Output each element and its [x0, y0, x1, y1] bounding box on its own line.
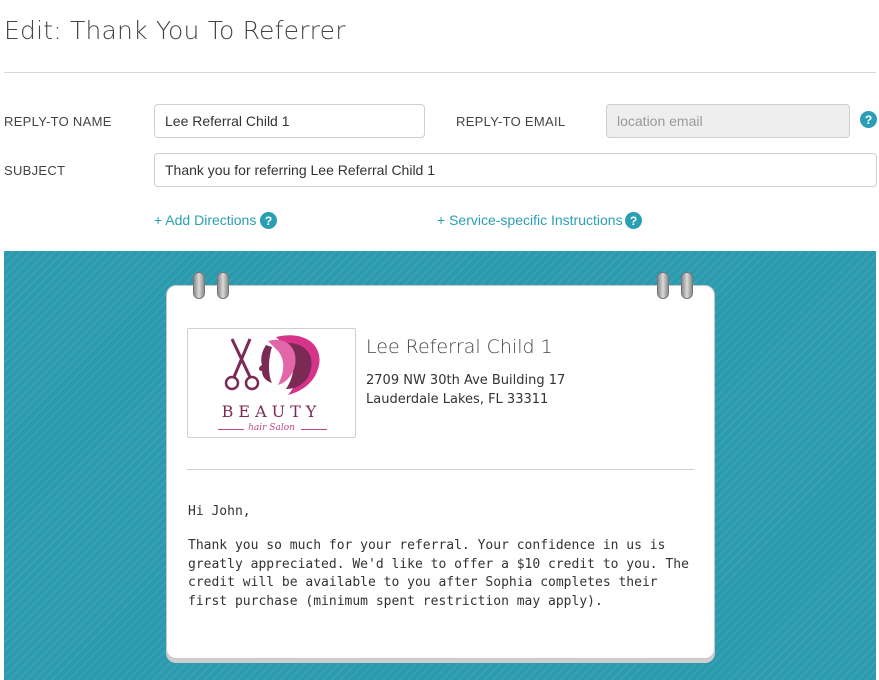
binder-ring	[681, 272, 693, 299]
reply-to-email-input	[606, 104, 850, 138]
reply-to-name-input[interactable]	[154, 104, 425, 138]
add-directions-link[interactable]: + Add Directions	[154, 212, 256, 228]
service-instructions-link[interactable]: + Service-specific Instructions	[437, 212, 623, 228]
card-divider	[187, 469, 694, 470]
header-divider	[4, 72, 876, 73]
binder-ring	[217, 272, 229, 299]
salon-logo-icon	[224, 335, 320, 395]
reply-to-email-label: REPLY-TO EMAIL	[456, 114, 566, 129]
email-greeting: Hi John,	[188, 504, 251, 519]
binder-ring	[657, 272, 669, 299]
logo-subtitle: hair Salon	[248, 423, 295, 433]
beauty-salon-logo: BEAUTY hair Salon	[187, 328, 356, 438]
help-circle-icon[interactable]: ?	[260, 212, 277, 229]
logo-rule	[301, 429, 327, 430]
email-body: Thank you so much for your referral. You…	[188, 538, 689, 609]
logo-title: BEAUTY	[221, 402, 322, 421]
subject-label: SUBJECT	[4, 163, 66, 178]
help-circle-icon[interactable]: ?	[625, 212, 642, 229]
business-name: Lee Referral Child 1	[366, 336, 553, 358]
help-circle-icon[interactable]: ?	[860, 111, 877, 128]
email-preview: BEAUTY hair Salon Lee Referral Child 1 2…	[4, 251, 876, 680]
address-line-1: 2709 NW 30th Ave Building 17	[366, 373, 566, 388]
email-card: BEAUTY hair Salon Lee Referral Child 1 2…	[166, 285, 715, 659]
page-title: Edit: Thank You To Referrer	[4, 16, 346, 45]
address-line-2: Lauderdale Lakes, FL 33311	[366, 392, 549, 407]
subject-input[interactable]	[154, 153, 877, 187]
binder-ring	[193, 272, 205, 299]
reply-to-name-label: REPLY-TO NAME	[4, 114, 112, 129]
